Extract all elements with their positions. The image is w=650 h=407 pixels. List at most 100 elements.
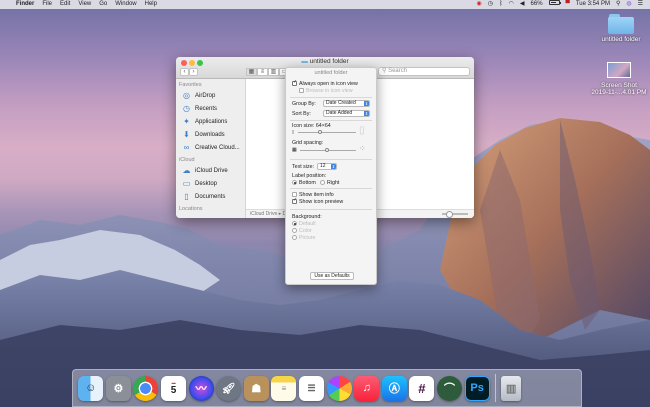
always-open-checkbox[interactable]: Always open in icon view [292,79,358,87]
slider-knob[interactable] [318,130,322,134]
dock: ☺ ⚙ ▬ 5 〰 🚀︎ ☗ ≡ ☰ ♫ Ⓐ # ⌒ Ps ▥ [72,369,582,407]
dock-contacts-icon[interactable]: ☗ [243,375,269,401]
search-input[interactable]: ⚲ Search [378,67,470,76]
sidebar-header-locations: Locations [179,206,203,212]
menu-app-name[interactable]: Finder [12,0,38,9]
bg-default-radio[interactable]: Default [292,221,316,227]
sort-by-label: Sort By: [292,111,311,117]
document-icon: ▯ [184,192,189,201]
always-open-label: Always open in icon view [299,81,358,87]
sort-by-select[interactable]: Date Added ⇕ [323,110,370,117]
notification-center-icon[interactable]: ☰ [635,0,646,9]
label-right-radio[interactable]: Right [320,180,339,186]
bg-color-radio[interactable]: Color [292,228,312,234]
column-view-button[interactable]: ▥ [268,68,279,76]
dock-chrome-icon[interactable] [133,375,159,401]
dock-photos-icon[interactable] [326,375,352,401]
icon-size-option-slider[interactable] [298,130,356,134]
use-as-defaults-button[interactable]: Use as Defaults [310,272,354,280]
sidebar-item-applications[interactable]: ✦ Applications [176,115,245,128]
dock-music-icon[interactable]: ♫ [354,375,380,401]
icon-size-slider[interactable] [442,211,468,218]
sidebar-item-recents[interactable]: ◷ Recents [176,102,245,115]
icon-view-button[interactable]: ▦ [246,68,257,76]
chevron-updown-icon: ⇕ [364,101,369,106]
radio-icon [292,235,297,241]
screenshot-thumbnail-icon [607,62,631,78]
sidebar-item-label: Documents [195,193,226,200]
small-file-icon: ▯ [292,129,295,134]
sidebar-item-label: AirDrop [195,92,216,99]
browse-in-checkbox[interactable]: Browse in icon view [292,88,353,94]
dock-app-store-icon[interactable]: Ⓐ [381,375,407,401]
time-machine-icon[interactable]: ◷ [485,0,496,9]
grid-spacing-slider[interactable] [300,148,356,152]
show-icon-preview-label: Show icon preview [299,199,344,205]
group-by-select[interactable]: Date Created ⇕ [323,100,370,107]
menu-view[interactable]: View [74,0,95,9]
sidebar-header-icloud: iCloud [179,157,195,163]
sidebar-item-desktop[interactable]: ▭ Desktop [176,177,245,190]
menu-file[interactable]: File [38,0,56,9]
bg-picture-radio[interactable]: Picture [292,235,316,241]
sidebar-item-creative-cloud[interactable]: ∞ Creative Cloud... [176,141,245,154]
sidebar-item-airdrop[interactable]: ◎ AirDrop [176,89,245,102]
menu-bar: Finder File Edit View Go Window Help ◉ ◷… [0,0,650,9]
desktop-folder-label: untitled folder [601,36,641,43]
clock[interactable]: Tue 3:54 PM [573,0,613,9]
bluetooth-icon[interactable]: ᛒ [496,0,506,9]
dock-cyberduck-icon[interactable]: ⌒ [437,375,463,401]
dock-system-preferences-icon[interactable]: ⚙ [105,375,131,401]
sidebar-item-label: Applications [195,118,228,125]
sidebar-header-favorites: Favorites [179,82,202,88]
show-item-info-checkbox[interactable]: Show item info [292,192,334,198]
creative-cloud-icon[interactable]: ◉ [474,0,485,9]
dock-finder-icon[interactable]: ☺ [78,375,104,401]
list-view-button[interactable]: ≡ [257,68,268,76]
dock-launchpad-icon[interactable]: 🚀︎ [216,375,242,401]
folder-icon [608,14,634,34]
checkbox-icon [299,88,304,94]
dock-slack-icon[interactable]: # [409,375,435,401]
desktop-screenshot[interactable]: Screen Shot 2019-11-...4.01 PM [588,62,650,96]
text-size-select[interactable]: 12 ⇕ [317,163,337,170]
search-icon: ⚲ [382,68,387,74]
dock-notes-icon[interactable]: ≡ [271,375,297,401]
downloads-icon: ⬇ [183,130,190,139]
small-grid-icon: ▦ [292,147,297,153]
sidebar-item-documents[interactable]: ▯ Documents [176,190,245,203]
menu-window[interactable]: Window [111,0,140,9]
icon-size-label: Icon size: [292,123,315,129]
show-item-info-label: Show item info [299,192,334,198]
battery-icon[interactable] [546,0,563,9]
siri-icon[interactable]: ◍ [623,0,634,9]
battery-percent[interactable]: 66% [528,0,546,9]
label-bottom-radio[interactable]: Bottom [292,180,316,186]
forward-button[interactable]: › [189,68,198,76]
show-icon-preview-checkbox[interactable]: Show icon preview [292,197,344,205]
checkbox-icon [292,79,297,87]
back-button[interactable]: ‹ [180,68,189,76]
dock-reminders-icon[interactable]: ☰ [299,375,325,401]
sidebar-item-icloud-drive[interactable]: ☁ iCloud Drive [176,164,245,177]
menu-help[interactable]: Help [141,0,161,9]
screenshot-label-line2: 2019-11-...4.01 PM [591,89,647,96]
wifi-icon[interactable]: ◠ [506,0,517,9]
menu-go[interactable]: Go [95,0,111,9]
volume-icon[interactable]: ◀ [517,0,528,9]
divider [290,120,372,121]
view-options-panel: untitled folder Always open in icon view… [285,67,377,285]
slider-knob[interactable] [325,148,329,152]
dock-siri-icon[interactable]: 〰 [188,375,214,401]
applications-icon: ✦ [183,117,190,126]
flag-icon[interactable]: ▀ [563,0,573,9]
spotlight-icon[interactable]: ⚲ [613,0,623,9]
chevron-updown-icon: ⇕ [364,111,369,116]
sidebar-item-label: Desktop [195,180,218,187]
dock-trash-icon[interactable]: ▥ [501,375,522,401]
sidebar-item-downloads[interactable]: ⬇ Downloads [176,128,245,141]
desktop-folder[interactable]: untitled folder [594,14,648,43]
menu-edit[interactable]: Edit [56,0,74,9]
dock-photoshop-icon[interactable]: Ps [464,375,490,401]
dock-calendar-icon[interactable]: ▬ 5 [161,375,187,401]
